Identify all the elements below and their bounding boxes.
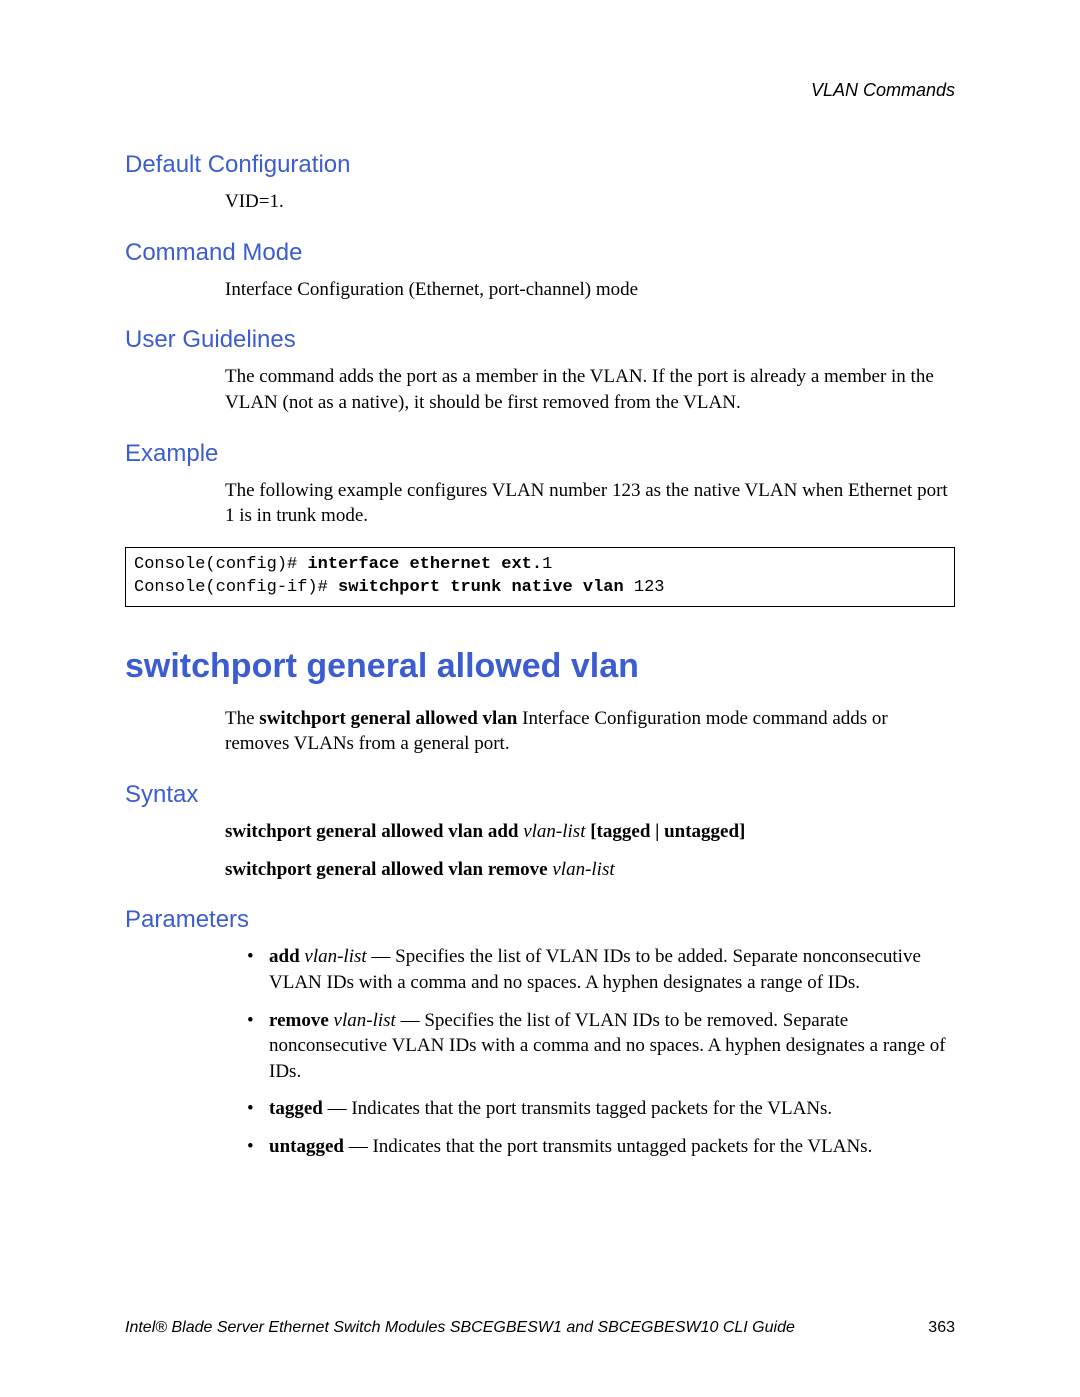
- running-header: VLAN Commands: [125, 80, 955, 101]
- command-desc: The switchport general allowed vlan Inte…: [225, 706, 955, 757]
- footer: Intel® Blade Server Ethernet Switch Modu…: [125, 1319, 955, 1337]
- example-intro: The following example configures VLAN nu…: [225, 478, 955, 529]
- code-line2-bold: switchport trunk native vlan: [338, 578, 634, 597]
- param-remove: remove vlan-list — Specifies the list of…: [247, 1008, 955, 1085]
- code-line2-post: 123: [634, 578, 665, 597]
- page-number: 363: [928, 1319, 955, 1337]
- default-configuration-text: VID=1.: [225, 189, 955, 215]
- syntax1-i1: vlan-list: [523, 821, 590, 842]
- param-add-rest: — Specifies the list of VLAN IDs to be a…: [269, 946, 921, 993]
- command-desc-bold: switchport general allowed vlan: [259, 708, 517, 729]
- param-add-i: vlan-list: [304, 946, 366, 967]
- command-mode-text: Interface Configuration (Ethernet, port-…: [225, 277, 955, 303]
- heading-parameters: Parameters: [125, 906, 955, 934]
- param-untagged-b: untagged: [269, 1136, 344, 1157]
- syntax-line-1: switchport general allowed vlan add vlan…: [225, 819, 955, 845]
- syntax-line-2: switchport general allowed vlan remove v…: [225, 857, 955, 883]
- command-title: switchport general allowed vlan: [125, 647, 955, 686]
- example-intro-wrap: The following example configures VLAN nu…: [225, 478, 955, 529]
- param-tagged-b: tagged: [269, 1098, 323, 1119]
- syntax2-b1: switchport general allowed vlan remove: [225, 859, 552, 880]
- param-tagged-rest: — Indicates that the port transmits tagg…: [323, 1098, 832, 1119]
- code-line1-bold: interface ethernet ext.: [307, 555, 542, 574]
- param-add: add vlan-list — Specifies the list of VL…: [247, 944, 955, 995]
- page: VLAN Commands Default Configuration VID=…: [0, 0, 1080, 1397]
- user-guidelines-text: The command adds the port as a member in…: [225, 364, 955, 415]
- command-desc-wrap: The switchport general allowed vlan Inte…: [225, 706, 955, 757]
- command-desc-pre: The: [225, 708, 259, 729]
- heading-syntax: Syntax: [125, 781, 955, 809]
- param-add-b: add: [269, 946, 304, 967]
- code-line1-pre: Console(config)#: [134, 555, 307, 574]
- syntax1-b2: [tagged | untagged]: [590, 821, 745, 842]
- command-mode-body: Interface Configuration (Ethernet, port-…: [225, 277, 955, 303]
- heading-default-configuration: Default Configuration: [125, 151, 955, 179]
- example-code-box: Console(config)# interface ethernet ext.…: [125, 547, 955, 607]
- param-untagged: untagged — Indicates that the port trans…: [247, 1134, 955, 1160]
- param-tagged: tagged — Indicates that the port transmi…: [247, 1096, 955, 1122]
- code-line1-post: 1: [542, 555, 552, 574]
- parameters-body: add vlan-list — Specifies the list of VL…: [225, 944, 955, 1159]
- syntax2-i1: vlan-list: [552, 859, 614, 880]
- code-line2-pre: Console(config-if)#: [134, 578, 338, 597]
- parameters-list: add vlan-list — Specifies the list of VL…: [247, 944, 955, 1159]
- heading-example: Example: [125, 440, 955, 468]
- heading-command-mode: Command Mode: [125, 239, 955, 267]
- syntax1-b1: switchport general allowed vlan add: [225, 821, 523, 842]
- syntax-body: switchport general allowed vlan add vlan…: [225, 819, 955, 882]
- param-remove-b: remove: [269, 1010, 334, 1031]
- user-guidelines-body: The command adds the port as a member in…: [225, 364, 955, 415]
- default-configuration-body: VID=1.: [225, 189, 955, 215]
- heading-user-guidelines: User Guidelines: [125, 326, 955, 354]
- param-remove-i: vlan-list: [334, 1010, 396, 1031]
- param-untagged-rest: — Indicates that the port transmits unta…: [344, 1136, 872, 1157]
- footer-text: Intel® Blade Server Ethernet Switch Modu…: [125, 1319, 795, 1337]
